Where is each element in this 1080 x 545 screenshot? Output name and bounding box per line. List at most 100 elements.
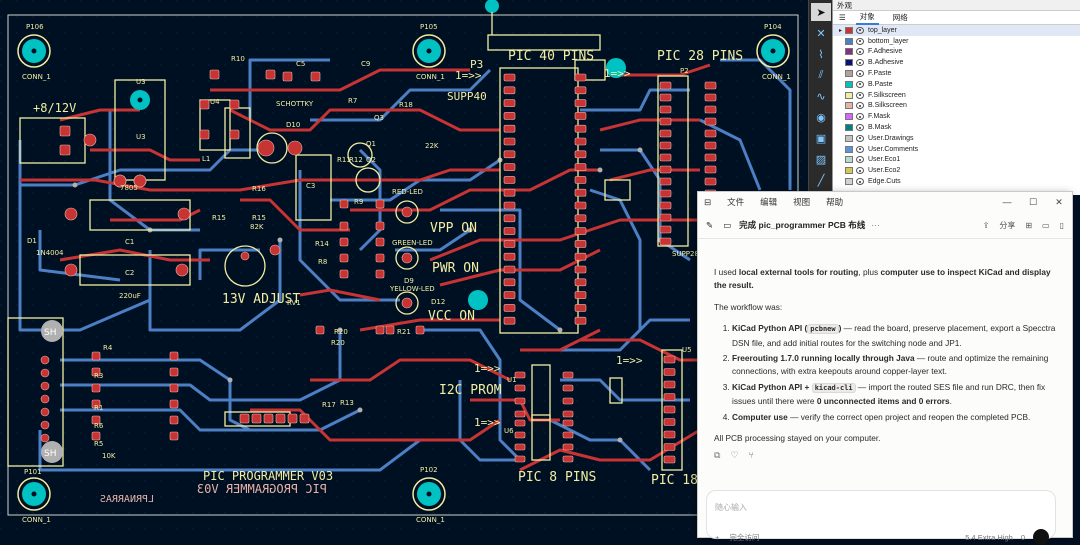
label-pic40: PIC 40 PINS [508, 49, 594, 64]
visibility-eye-icon[interactable] [856, 59, 864, 67]
layer-row[interactable]: User.Drawings [833, 133, 1080, 144]
pad [64, 207, 78, 221]
terminal-icon[interactable]: ▭ [1042, 221, 1050, 230]
more-icon[interactable]: ··· [871, 220, 880, 230]
pad [574, 265, 587, 274]
add-zone-icon[interactable]: ▣ [811, 129, 831, 147]
visibility-eye-icon[interactable] [856, 124, 864, 132]
maximize-icon[interactable]: ☐ [1020, 197, 1046, 208]
visibility-eye-icon[interactable] [856, 113, 864, 121]
layer-row[interactable]: F.Mask [833, 111, 1080, 122]
list-item: Freerouting 1.7.0 running locally throug… [732, 352, 1058, 379]
layer-color-swatch[interactable] [845, 59, 853, 67]
layer-row[interactable]: B.Paste [833, 79, 1080, 90]
thumbs-icon[interactable]: ♡ [730, 450, 738, 461]
select-tool-icon[interactable]: ➤ [811, 3, 831, 21]
visibility-eye-icon[interactable] [856, 48, 864, 56]
pad [659, 81, 672, 90]
layer-row[interactable]: F.Paste [833, 68, 1080, 79]
visibility-eye-icon[interactable] [856, 145, 864, 153]
visibility-eye-icon[interactable] [856, 80, 864, 88]
share-button[interactable]: 分享 [999, 220, 1015, 231]
layer-color-swatch[interactable] [845, 37, 853, 45]
pad [574, 227, 587, 235]
tune-length-icon[interactable]: ∿ [811, 87, 831, 105]
layer-row[interactable]: B.Mask [833, 122, 1080, 133]
layer-color-swatch[interactable] [845, 134, 853, 142]
visibility-eye-icon[interactable] [856, 70, 864, 78]
add-via-icon[interactable]: ◉ [811, 108, 831, 126]
route-track-icon[interactable]: ⌇ [811, 45, 831, 63]
svg-text:SCHOTTKY: SCHOTTKY [276, 100, 314, 108]
layer-color-swatch[interactable] [845, 178, 853, 186]
svg-text:CONN_1: CONN_1 [762, 73, 791, 81]
layer-row[interactable]: ▸ top_layer [833, 25, 1080, 36]
layer-color-swatch[interactable] [845, 156, 853, 164]
add-attachment-icon[interactable]: + [715, 533, 719, 542]
layer-color-swatch[interactable] [845, 124, 853, 132]
app-menu-icon[interactable]: ⊟ [704, 197, 711, 208]
visibility-eye-icon[interactable] [856, 178, 864, 186]
layer-color-swatch[interactable] [845, 145, 853, 153]
menu-view[interactable]: 视图 [793, 196, 810, 208]
close-window-icon[interactable]: ✕ [1046, 197, 1072, 208]
menu-help[interactable]: 帮助 [826, 196, 843, 208]
share-icon[interactable]: ⇪ [983, 221, 990, 230]
layer-color-swatch[interactable] [845, 48, 853, 56]
pad [265, 69, 276, 80]
access-mode-button[interactable]: 完全访问 [729, 532, 759, 543]
menu-edit[interactable]: 编辑 [760, 196, 777, 208]
composer-input[interactable]: 随心输入 [715, 502, 747, 513]
layer-row[interactable]: User.Eco1 [833, 155, 1080, 166]
pcb-canvas[interactable]: PIC 40 PINS PIC 28 PINS P3 1=>> SUPP40 1… [0, 0, 808, 538]
layer-name: Edge.Cuts [868, 178, 901, 186]
layer-row[interactable]: F.Adhesive [833, 47, 1080, 58]
tab-nets[interactable]: 网络 [889, 11, 912, 24]
layer-row[interactable]: B.Adhesive [833, 57, 1080, 68]
composer[interactable]: 随心输入 + 完全访问 5.4 Extra High 0 [706, 490, 1056, 545]
model-selector[interactable]: 5.4 Extra High [965, 533, 1013, 542]
layer-color-swatch[interactable] [845, 80, 853, 88]
visibility-eye-icon[interactable] [856, 26, 864, 34]
layer-row[interactable]: bottom_layer [833, 36, 1080, 47]
layer-row[interactable]: B.Silkscreen [833, 101, 1080, 112]
layer-color-swatch[interactable] [845, 26, 853, 34]
visibility-eye-icon[interactable] [856, 156, 864, 164]
pad [574, 240, 587, 248]
pad [503, 291, 516, 299]
rule-area-icon[interactable]: ▨ [811, 150, 831, 168]
list-item: Computer use — verify the correct open p… [732, 411, 1058, 424]
fork-icon[interactable]: ⑂ [749, 450, 754, 461]
visibility-eye-icon[interactable] [856, 134, 864, 142]
tab-objects[interactable]: 对象 [855, 10, 879, 25]
menu-file[interactable]: 文件 [727, 196, 744, 208]
pad [315, 325, 325, 335]
layer-color-swatch[interactable] [845, 102, 853, 110]
minimize-icon[interactable]: — [994, 197, 1020, 208]
layer-row[interactable]: F.Silkscreen [833, 90, 1080, 101]
window-controls: — ☐ ✕ [994, 197, 1072, 208]
send-button[interactable] [1033, 529, 1049, 545]
new-chat-icon[interactable]: ✎ [706, 220, 713, 231]
layer-row[interactable]: Edge.Cuts [833, 176, 1080, 187]
visibility-eye-icon[interactable] [856, 37, 864, 45]
close-tool-icon[interactable]: ✕ [811, 24, 831, 42]
route-diff-pair-icon[interactable]: ⫽ [811, 66, 831, 84]
visibility-eye-icon[interactable] [856, 91, 864, 99]
svg-text:R9: R9 [354, 198, 363, 206]
layer-color-swatch[interactable] [845, 167, 853, 175]
copy-icon[interactable]: ⧉ [714, 450, 720, 461]
diff-icon[interactable]: ⊞ [1025, 221, 1032, 230]
pad [269, 244, 281, 256]
visibility-eye-icon[interactable] [856, 167, 864, 175]
sidebar-toggle-icon[interactable]: ▯ [1060, 221, 1064, 230]
layer-color-swatch[interactable] [845, 70, 853, 78]
pad [59, 144, 71, 156]
layer-row[interactable]: User.Eco2 [833, 165, 1080, 176]
visibility-eye-icon[interactable] [856, 102, 864, 110]
layer-color-swatch[interactable] [845, 91, 853, 99]
layer-row[interactable]: User.Comments [833, 144, 1080, 155]
draw-line-icon[interactable]: ╱ [811, 171, 831, 189]
pcb-drawing[interactable]: PIC 40 PINS PIC 28 PINS P3 1=>> SUPP40 1… [0, 0, 808, 538]
layer-color-swatch[interactable] [845, 113, 853, 121]
